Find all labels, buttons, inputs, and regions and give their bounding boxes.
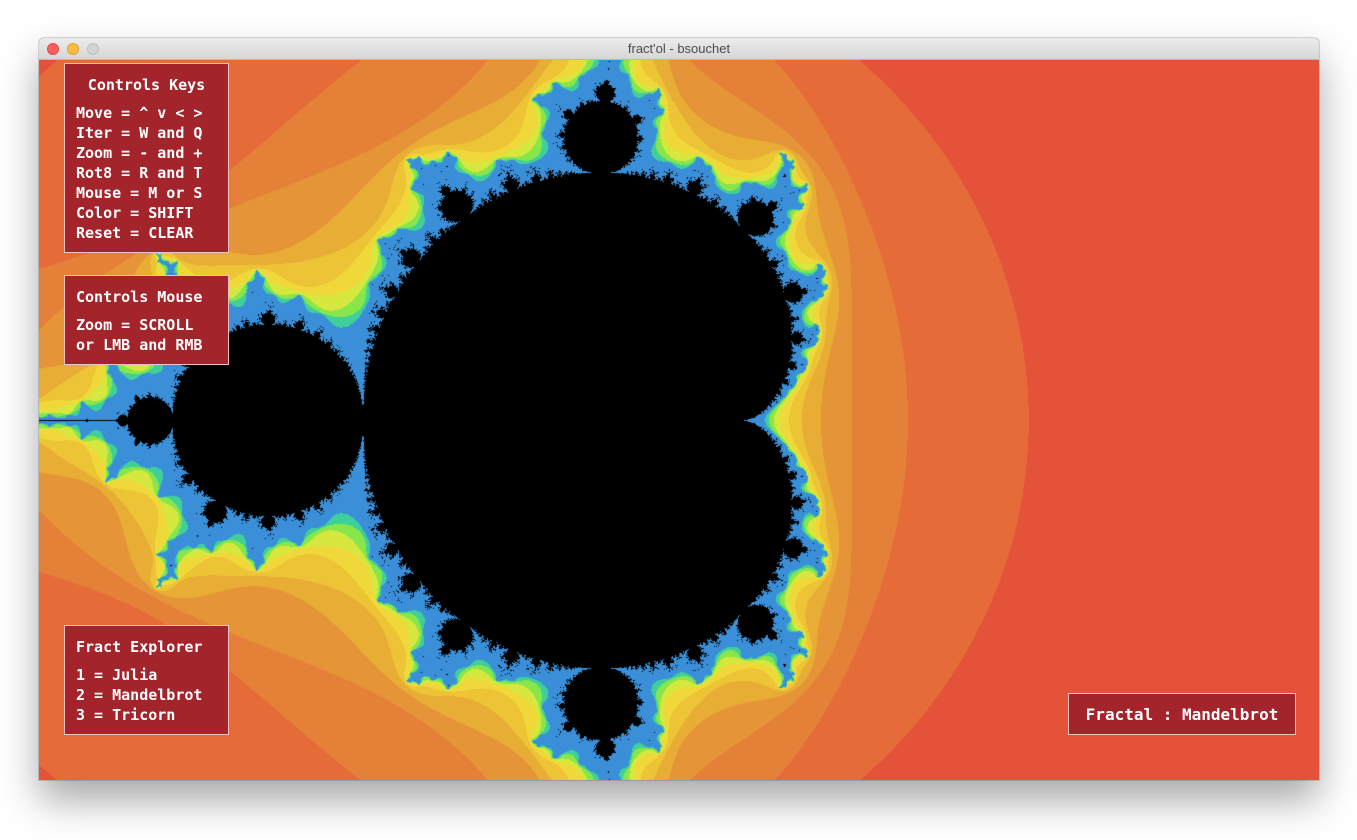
controls-keys-line: Zoom = - and + xyxy=(76,144,203,162)
window-title: fract'ol - bsouchet xyxy=(627,41,731,56)
controls-mouse-title: Controls Mouse xyxy=(76,288,203,306)
fract-explorer-line: 3 = Tricorn xyxy=(76,706,176,724)
fract-explorer-title: Fract Explorer xyxy=(76,638,203,656)
fract-explorer-line: 1 = Julia xyxy=(76,666,158,684)
controls-mouse-panel: Controls Mouse Zoom = SCROLL or LMB and … xyxy=(64,275,229,365)
controls-keys-title: Controls Keys xyxy=(87,76,206,94)
fractal-status-label: Fractal : Mandelbrot xyxy=(1068,693,1296,735)
controls-keys-line: Color = SHIFT xyxy=(76,204,194,222)
controls-mouse-line: Zoom = SCROLL xyxy=(76,316,194,334)
controls-keys-line: Rot8 = R and T xyxy=(76,164,203,182)
controls-keys-panel: Controls Keys Move = ^ v < > Iter = W an… xyxy=(64,63,229,253)
controls-keys-line: Iter = W and Q xyxy=(76,124,203,142)
app-window: fract'ol - bsouchet Controls Keys Move =… xyxy=(39,38,1319,780)
fract-explorer-line: 2 = Mandelbrot xyxy=(76,686,203,704)
fract-explorer-panel: Fract Explorer 1 = Julia 2 = Mandelbrot … xyxy=(64,625,229,735)
controls-mouse-line: or LMB and RMB xyxy=(76,336,203,354)
controls-keys-line: Mouse = M or S xyxy=(76,184,203,202)
controls-keys-line: Reset = CLEAR xyxy=(76,224,194,242)
title-bar[interactable]: fract'ol - bsouchet xyxy=(39,38,1319,60)
fractal-canvas[interactable] xyxy=(39,60,1319,780)
controls-keys-line: Move = ^ v < > xyxy=(76,104,203,122)
